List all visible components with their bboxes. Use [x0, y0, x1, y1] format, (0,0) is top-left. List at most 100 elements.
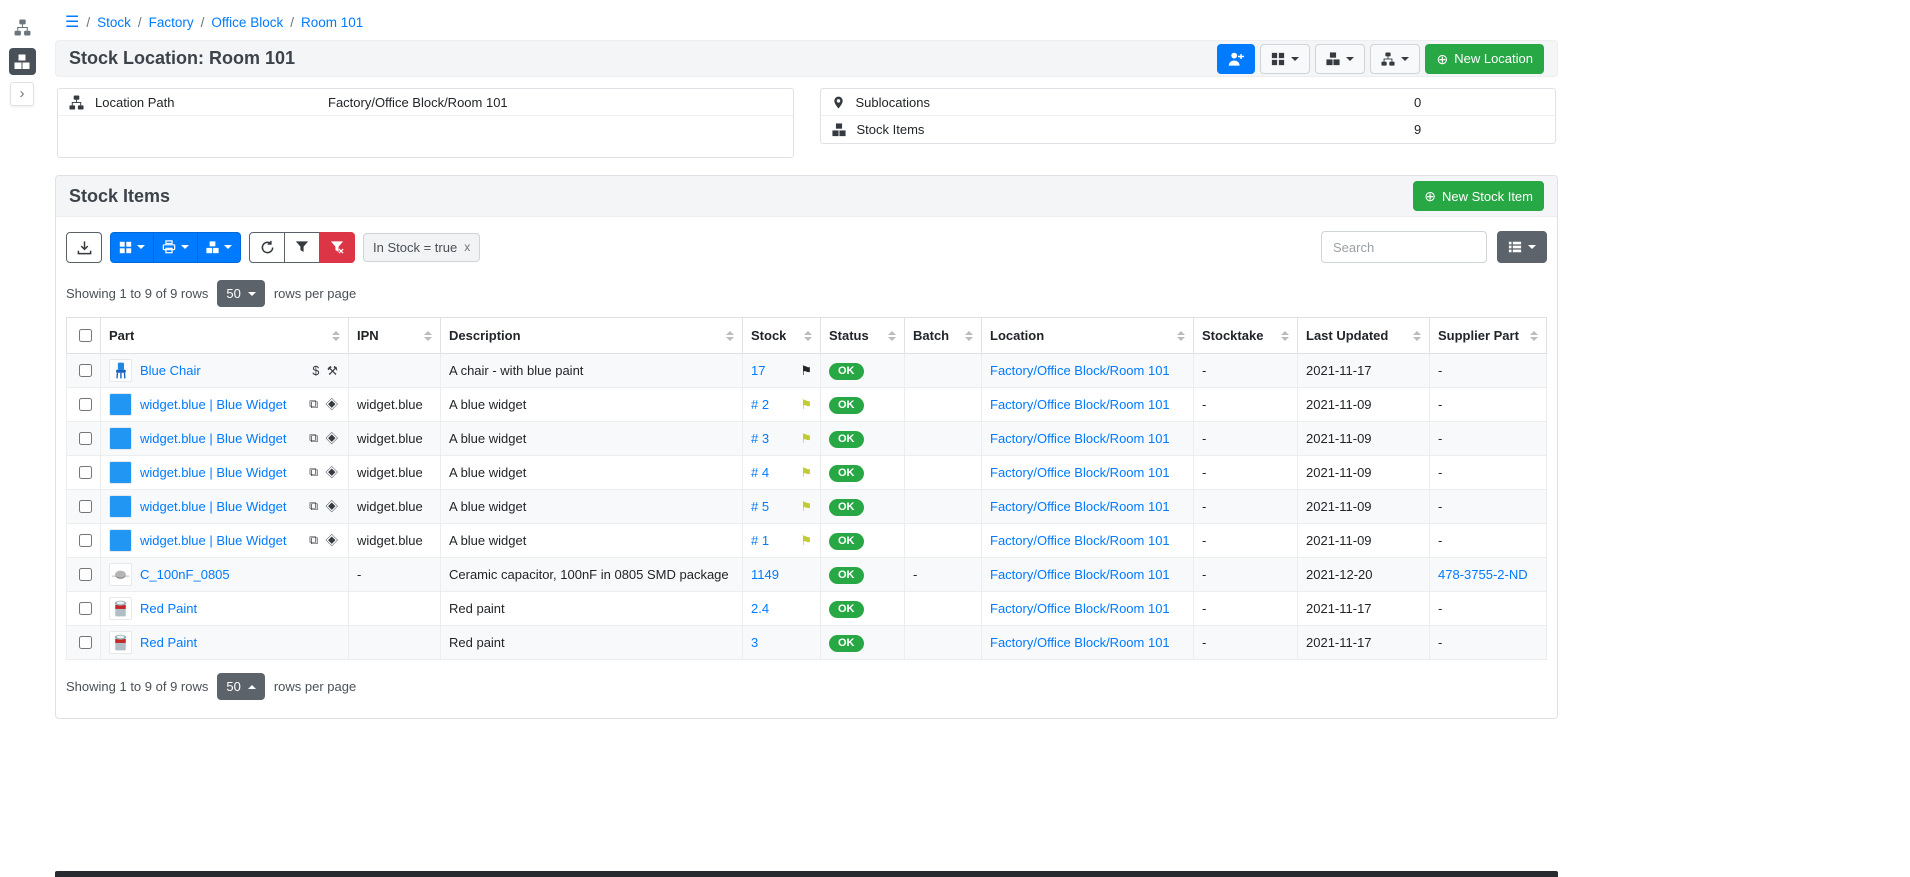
- row-checkbox[interactable]: [79, 364, 92, 377]
- sort-icon[interactable]: [1177, 331, 1185, 341]
- location-actions-button[interactable]: [1370, 44, 1420, 74]
- sidebar-item-location-tree[interactable]: [9, 14, 36, 41]
- stock-link[interactable]: 1149: [751, 567, 779, 582]
- location-link[interactable]: Factory/Office Block/Room 101: [990, 499, 1170, 514]
- table-row[interactable]: widget.blue | Blue Widget ⧉ ◈ widget.blu…: [67, 456, 1547, 490]
- column-select-button[interactable]: [1497, 231, 1547, 263]
- column-header-part[interactable]: Part: [101, 318, 349, 354]
- filter-button[interactable]: [284, 232, 320, 263]
- part-link[interactable]: Red Paint: [140, 635, 197, 650]
- column-header-stock[interactable]: Stock: [743, 318, 821, 354]
- row-checkbox[interactable]: [79, 466, 92, 479]
- table-row[interactable]: widget.blue | Blue Widget ⧉ ◈ widget.blu…: [67, 388, 1547, 422]
- sort-icon[interactable]: [1281, 331, 1289, 341]
- stock-link[interactable]: # 4: [751, 465, 769, 480]
- menu-icon[interactable]: ☰: [65, 12, 79, 32]
- part-link[interactable]: Red Paint: [140, 601, 197, 616]
- location-link[interactable]: Factory/Office Block/Room 101: [990, 465, 1170, 480]
- table-row[interactable]: widget.blue | Blue Widget ⧉ ◈ widget.blu…: [67, 524, 1547, 558]
- part-link[interactable]: widget.blue | Blue Widget: [140, 499, 286, 514]
- detail-label: Stock Items: [857, 122, 1079, 137]
- sort-icon[interactable]: [1413, 331, 1421, 341]
- filter-chip-in-stock[interactable]: In Stock = true x: [363, 233, 480, 262]
- stock-link[interactable]: 2.4: [751, 601, 769, 616]
- sort-icon[interactable]: [965, 331, 973, 341]
- row-checkbox[interactable]: [79, 398, 92, 411]
- part-link[interactable]: widget.blue | Blue Widget: [140, 397, 286, 412]
- cell-supplier-part: -: [1430, 626, 1547, 660]
- column-header-stocktake[interactable]: Stocktake: [1194, 318, 1298, 354]
- part-link[interactable]: widget.blue | Blue Widget: [140, 465, 286, 480]
- location-link[interactable]: Factory/Office Block/Room 101: [990, 363, 1170, 378]
- select-all-checkbox[interactable]: [79, 329, 92, 342]
- clear-filters-button[interactable]: [319, 232, 355, 263]
- stock-options-button[interactable]: [197, 232, 241, 263]
- column-header-supplier-part[interactable]: Supplier Part: [1430, 318, 1547, 354]
- sitemap-icon: [1381, 52, 1395, 66]
- page-header: Stock Location: Room 101: [55, 40, 1558, 77]
- row-checkbox[interactable]: [79, 636, 92, 649]
- stock-link[interactable]: # 5: [751, 499, 769, 514]
- column-header-location[interactable]: Location: [982, 318, 1194, 354]
- row-checkbox[interactable]: [79, 534, 92, 547]
- filter-chip-close-icon[interactable]: x: [464, 240, 470, 254]
- stock-link[interactable]: 17: [751, 363, 765, 378]
- breadcrumb-item-stock[interactable]: Stock: [97, 15, 131, 30]
- part-link[interactable]: widget.blue | Blue Widget: [140, 533, 286, 548]
- refresh-button[interactable]: [249, 232, 285, 263]
- stock-link[interactable]: # 1: [751, 533, 769, 548]
- pagination-info-bottom: Showing 1 to 9 of 9 rows 50 rows per pag…: [66, 673, 1547, 700]
- sort-icon[interactable]: [424, 331, 432, 341]
- sidebar-item-stock[interactable]: [9, 48, 36, 75]
- new-location-button[interactable]: ⊕ New Location: [1425, 44, 1544, 74]
- row-checkbox[interactable]: [79, 432, 92, 445]
- location-link[interactable]: Factory/Office Block/Room 101: [990, 567, 1170, 582]
- table-row[interactable]: C_100nF_0805 - Ceramic capacitor, 100nF …: [67, 558, 1547, 592]
- stock-link[interactable]: # 2: [751, 397, 769, 412]
- column-header-description[interactable]: Description: [441, 318, 743, 354]
- table-row[interactable]: Red Paint Red paint 3 OK Factory/Office …: [67, 626, 1547, 660]
- breadcrumb-item-office-block[interactable]: Office Block: [211, 15, 283, 30]
- location-link[interactable]: Factory/Office Block/Room 101: [990, 533, 1170, 548]
- row-checkbox[interactable]: [79, 602, 92, 615]
- column-header-last-updated[interactable]: Last Updated: [1298, 318, 1430, 354]
- chevron-down-icon: [224, 245, 232, 249]
- location-link[interactable]: Factory/Office Block/Room 101: [990, 635, 1170, 650]
- sort-icon[interactable]: [726, 331, 734, 341]
- row-checkbox[interactable]: [79, 500, 92, 513]
- export-button[interactable]: [66, 232, 102, 263]
- column-header-ipn[interactable]: IPN: [349, 318, 441, 354]
- sort-icon[interactable]: [1530, 331, 1538, 341]
- breadcrumb-item-room-101[interactable]: Room 101: [301, 15, 363, 30]
- supplier-part-link[interactable]: 478-3755-2-ND: [1438, 567, 1528, 582]
- stock-actions-button[interactable]: [1315, 44, 1365, 74]
- sort-icon[interactable]: [332, 331, 340, 341]
- table-row[interactable]: widget.blue | Blue Widget ⧉ ◈ widget.blu…: [67, 490, 1547, 524]
- page-size-dropdown[interactable]: 50: [217, 280, 264, 307]
- print-actions-button[interactable]: [153, 232, 198, 263]
- breadcrumb-item-factory[interactable]: Factory: [149, 15, 194, 30]
- stock-link[interactable]: # 3: [751, 431, 769, 446]
- new-stock-item-button[interactable]: ⊕ New Stock Item: [1413, 181, 1544, 211]
- user-actions-button[interactable]: [1217, 44, 1255, 74]
- table-row[interactable]: Blue Chair $ ⚒ A chair - with blue paint…: [67, 354, 1547, 388]
- location-link[interactable]: Factory/Office Block/Room 101: [990, 397, 1170, 412]
- search-input[interactable]: [1321, 231, 1487, 263]
- stock-link[interactable]: 3: [751, 635, 758, 650]
- part-link[interactable]: widget.blue | Blue Widget: [140, 431, 286, 446]
- table-row[interactable]: widget.blue | Blue Widget ⧉ ◈ widget.blu…: [67, 422, 1547, 456]
- page-size-dropdown[interactable]: 50: [217, 673, 264, 700]
- table-row[interactable]: Red Paint Red paint 2.4 OK Factory/Offic…: [67, 592, 1547, 626]
- barcode-actions-button[interactable]: [1260, 44, 1310, 74]
- part-link[interactable]: Blue Chair: [140, 363, 201, 378]
- sort-icon[interactable]: [804, 331, 812, 341]
- sidebar-expand-button[interactable]: ›: [10, 82, 34, 106]
- barcode-actions-button[interactable]: [110, 232, 154, 263]
- location-link[interactable]: Factory/Office Block/Room 101: [990, 601, 1170, 616]
- location-link[interactable]: Factory/Office Block/Room 101: [990, 431, 1170, 446]
- sort-icon[interactable]: [888, 331, 896, 341]
- part-link[interactable]: C_100nF_0805: [140, 567, 230, 582]
- row-checkbox[interactable]: [79, 568, 92, 581]
- column-header-status[interactable]: Status: [821, 318, 905, 354]
- column-header-batch[interactable]: Batch: [905, 318, 982, 354]
